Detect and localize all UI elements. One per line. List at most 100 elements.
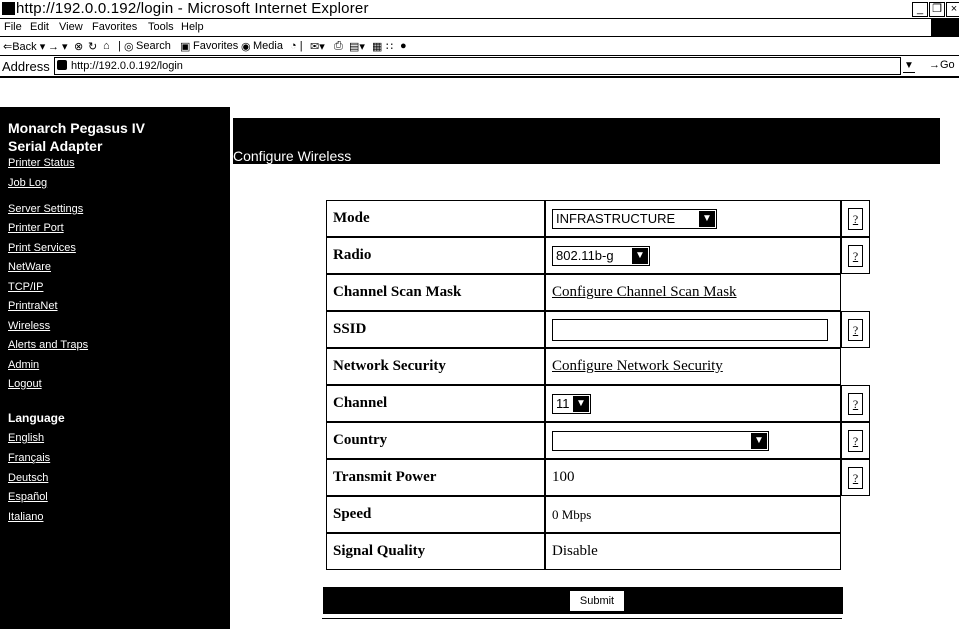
mail-icon[interactable]: ✉▾ — [310, 40, 325, 53]
ie-throbber-icon — [931, 19, 959, 36]
home-icon[interactable]: ⌂ — [103, 40, 110, 52]
sidebar-link-printer-port[interactable]: Printer Port — [8, 222, 64, 234]
divider — [322, 618, 842, 619]
edit-icon[interactable]: ▤▾ — [349, 40, 365, 53]
back-button[interactable]: ⇐Back ▾ — [3, 40, 45, 53]
menu-file[interactable]: File — [4, 21, 22, 33]
sidebar-link-tcpip[interactable]: TCP/IP — [8, 281, 43, 293]
search-icon[interactable]: ◎ — [124, 40, 134, 53]
page-title: Configure Wireless — [233, 148, 352, 164]
ssid-cell — [545, 311, 841, 348]
help-cell: ? — [841, 459, 870, 496]
table-row: SSID ? — [326, 311, 870, 348]
language-link-english[interactable]: English — [8, 432, 44, 444]
sidebar-link-printer-status[interactable]: Printer Status — [8, 157, 75, 169]
page-header: Configure Wireless — [233, 118, 940, 164]
radio-value: 802.11b-g — [556, 247, 614, 263]
separator: | — [118, 40, 121, 52]
table-row: Signal Quality Disable — [326, 533, 870, 570]
forward-button[interactable]: → ▾ — [48, 40, 68, 53]
language-link-deutsch[interactable]: Deutsch — [8, 472, 48, 484]
menu-tools[interactable]: Tools — [148, 21, 174, 33]
radio-select[interactable]: 802.11b-g ▼ — [552, 245, 650, 266]
media-icon[interactable]: ◉ — [241, 40, 251, 53]
ssid-help-button[interactable]: ? — [848, 318, 863, 341]
configure-network-security-link[interactable]: Configure Network Security — [545, 348, 841, 385]
discuss-icon[interactable]: ▦ — [372, 40, 382, 53]
menu-edit[interactable]: Edit — [30, 21, 49, 33]
print-icon[interactable]: ⎙ — [334, 40, 343, 53]
ie-logo-icon — [2, 2, 15, 15]
favorites-button[interactable]: Favorites — [193, 40, 238, 52]
favorites-icon[interactable]: ▣ — [180, 40, 190, 53]
speed-label: Speed — [326, 496, 545, 533]
transmit-power-value: 100 — [545, 459, 841, 496]
help-cell: ? — [841, 422, 870, 459]
stop-icon[interactable]: ⊗ — [74, 40, 83, 53]
sidebar-link-job-log[interactable]: Job Log — [8, 177, 47, 189]
go-button[interactable]: →Go — [929, 59, 955, 71]
mode-help-button[interactable]: ? — [848, 207, 863, 230]
wireless-config-table: Mode INFRASTRUCTURE ▼ ? Radio 802.11b-g ▼ … — [326, 200, 870, 570]
signal-quality-label: Signal Quality — [326, 533, 545, 570]
menu-view[interactable]: View — [59, 21, 83, 33]
brand-line-1: Monarch Pegasus IV — [8, 120, 145, 136]
language-heading: Language — [8, 411, 65, 425]
country-help-button[interactable]: ? — [848, 429, 863, 452]
address-dropdown-icon[interactable]: ▼ — [903, 60, 915, 73]
table-row: Channel 11 ▼ ? — [326, 385, 870, 422]
address-input[interactable]: http://192.0.0.192/login — [54, 57, 901, 75]
country-select[interactable]: ▼ — [552, 430, 769, 451]
mode-label: Mode — [326, 200, 545, 237]
history-icon[interactable]: ◔ | — [290, 40, 303, 52]
menu-favorites[interactable]: Favorites — [92, 21, 137, 33]
empty-cell — [841, 533, 870, 570]
transmit-power-help-button[interactable]: ? — [848, 466, 863, 489]
sidebar-link-alerts-and-traps[interactable]: Alerts and Traps — [8, 339, 88, 351]
bluetooth-icon[interactable]: ● — [400, 40, 407, 52]
mode-cell: INFRASTRUCTURE ▼ — [545, 200, 841, 237]
sidebar-link-logout[interactable]: Logout — [8, 378, 42, 390]
address-label: Address — [2, 59, 50, 74]
mode-value: INFRASTRUCTURE — [556, 210, 676, 226]
refresh-icon[interactable]: ↻ — [88, 40, 97, 53]
page-icon — [57, 60, 67, 70]
channel-help-button[interactable]: ? — [848, 392, 863, 415]
sidebar-link-netware[interactable]: NetWare — [8, 261, 51, 273]
sidebar-link-print-services[interactable]: Print Services — [8, 242, 76, 254]
close-button[interactable]: × — [946, 2, 959, 17]
empty-cell — [841, 274, 870, 311]
help-cell: ? — [841, 311, 870, 348]
radio-cell: 802.11b-g ▼ — [545, 237, 841, 274]
channel-select[interactable]: 11 ▼ — [552, 393, 591, 414]
channel-cell: 11 ▼ — [545, 385, 841, 422]
ssid-input[interactable] — [552, 318, 828, 341]
search-button[interactable]: Search — [136, 40, 171, 52]
menu-help[interactable]: Help — [181, 21, 204, 33]
configure-channel-scan-mask-link[interactable]: Configure Channel Scan Mask — [545, 274, 841, 311]
submit-button[interactable]: Submit — [570, 591, 624, 611]
table-row: Radio 802.11b-g ▼ ? — [326, 237, 870, 274]
table-row: Transmit Power 100 ? — [326, 459, 870, 496]
minimize-button[interactable]: _ — [912, 2, 928, 17]
mode-select[interactable]: INFRASTRUCTURE ▼ — [552, 208, 717, 229]
language-link-francais[interactable]: Français — [8, 452, 50, 464]
toolbar: ⇐Back ▾ → ▾ ⊗ ↻ ⌂ | ◎ Search ▣ Favorites… — [0, 37, 959, 56]
sidebar-link-admin[interactable]: Admin — [8, 359, 39, 371]
sidebar-link-wireless[interactable]: Wireless — [8, 320, 50, 332]
sidebar-link-server-settings[interactable]: Server Settings — [8, 203, 83, 215]
radio-help-button[interactable]: ? — [848, 244, 863, 267]
messenger-icon[interactable]: ∷ — [386, 40, 393, 53]
maximize-button[interactable]: ❐ — [929, 2, 945, 17]
table-row: Network Security Configure Network Secur… — [326, 348, 870, 385]
ssid-label: SSID — [326, 311, 545, 348]
channel-scan-mask-label: Channel Scan Mask — [326, 274, 545, 311]
language-link-italiano[interactable]: Italiano — [8, 511, 43, 523]
go-label: Go — [940, 59, 955, 71]
media-button[interactable]: Media — [253, 40, 283, 52]
sidebar-link-printranet[interactable]: PrintraNet — [8, 300, 58, 312]
language-link-espanol[interactable]: Español — [8, 491, 48, 503]
chevron-down-icon: ▼ — [699, 210, 715, 227]
help-cell: ? — [841, 237, 870, 274]
table-row: Country ▼ ? — [326, 422, 870, 459]
